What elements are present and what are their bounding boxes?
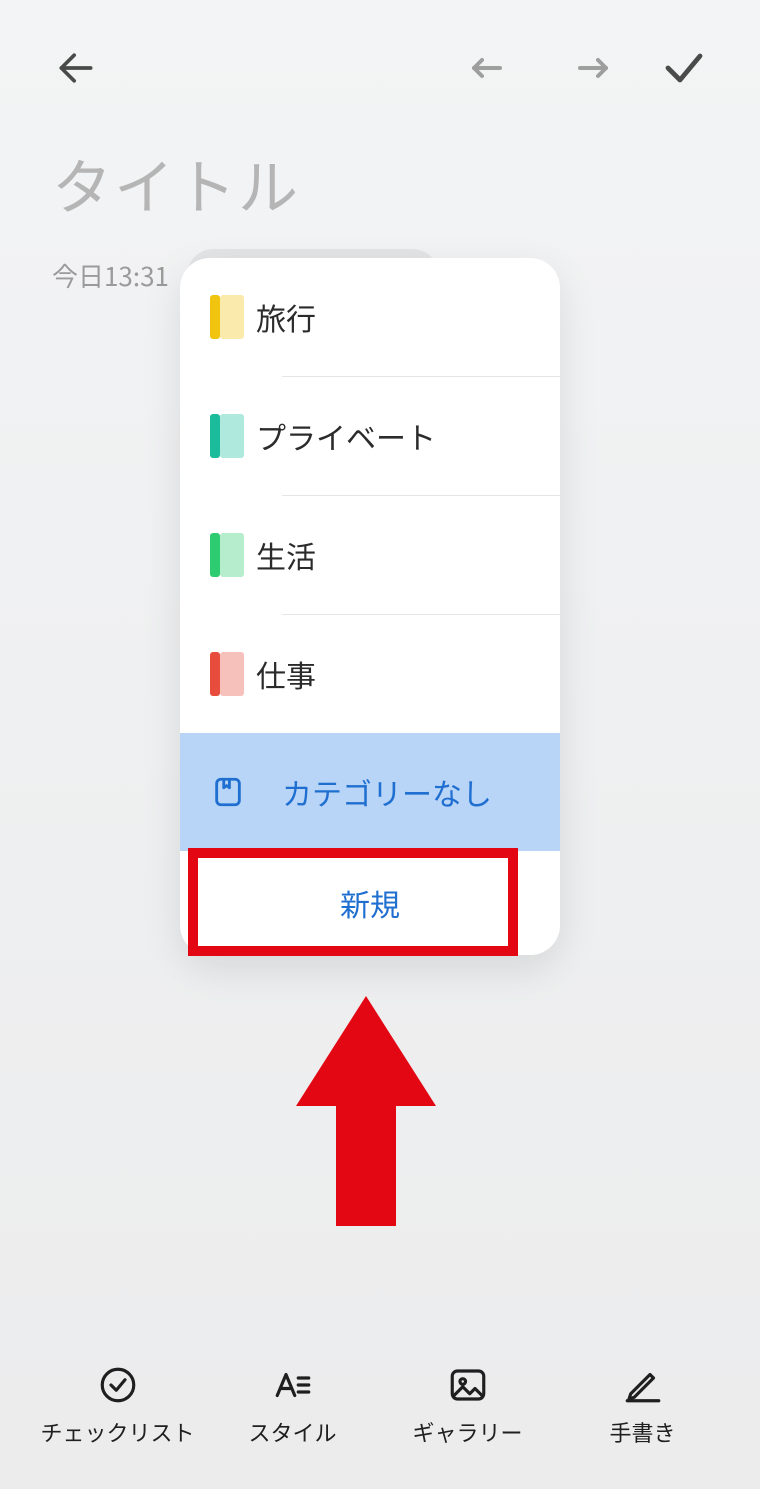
tool-label: スタイル [248, 1416, 336, 1448]
pencil-icon [620, 1362, 666, 1408]
tool-handwriting[interactable]: 手書き [558, 1362, 728, 1448]
category-new-label: 新規 [340, 881, 400, 925]
confirm-button[interactable] [656, 40, 712, 96]
tool-label: ギャラリー [412, 1416, 522, 1448]
category-option-label: 生活 [256, 533, 316, 577]
category-color-icon [210, 652, 220, 696]
redo-icon [564, 44, 612, 92]
tool-gallery[interactable]: ギャラリー [383, 1362, 553, 1448]
tool-label: 手書き [609, 1416, 675, 1448]
bottom-toolbar: チェックリスト スタイル ギャラリー 手書き [0, 1339, 760, 1489]
category-option-label: 旅行 [256, 295, 316, 339]
tool-style[interactable]: スタイル [208, 1362, 378, 1448]
tool-label: チェックリスト [40, 1416, 194, 1448]
redo-button[interactable] [560, 40, 616, 96]
category-option-label: プライベート [256, 414, 436, 458]
category-option-label: 仕事 [256, 652, 316, 696]
category-dropdown: 旅行 プライベート 生活 仕事 カテゴリーなし 新規 [180, 258, 560, 955]
annotation-arrow-up-icon [296, 996, 436, 1226]
category-option-life[interactable]: 生活 [180, 496, 560, 614]
category-color-icon [210, 533, 220, 577]
checklist-icon [95, 1362, 141, 1408]
note-title-input[interactable]: タイトル [0, 116, 760, 235]
category-option-private[interactable]: プライベート [180, 377, 560, 495]
undo-icon [468, 44, 516, 92]
notebook-icon [210, 774, 246, 810]
top-bar [0, 0, 760, 116]
category-option-work[interactable]: 仕事 [180, 615, 560, 733]
category-color-icon [210, 295, 220, 339]
tool-checklist[interactable]: チェックリスト [33, 1362, 203, 1448]
undo-button[interactable] [464, 40, 520, 96]
check-icon [660, 44, 708, 92]
category-new-button[interactable]: 新規 [180, 851, 560, 955]
gallery-icon [445, 1362, 491, 1408]
category-color-icon [210, 414, 220, 458]
style-icon [270, 1362, 316, 1408]
category-option-none[interactable]: カテゴリーなし [180, 733, 560, 851]
category-option-travel[interactable]: 旅行 [180, 258, 560, 376]
arrow-left-icon [54, 46, 98, 90]
back-button[interactable] [48, 40, 104, 96]
category-option-label: カテゴリーなし [282, 770, 492, 814]
timestamp: 今日13:31 [52, 257, 169, 294]
